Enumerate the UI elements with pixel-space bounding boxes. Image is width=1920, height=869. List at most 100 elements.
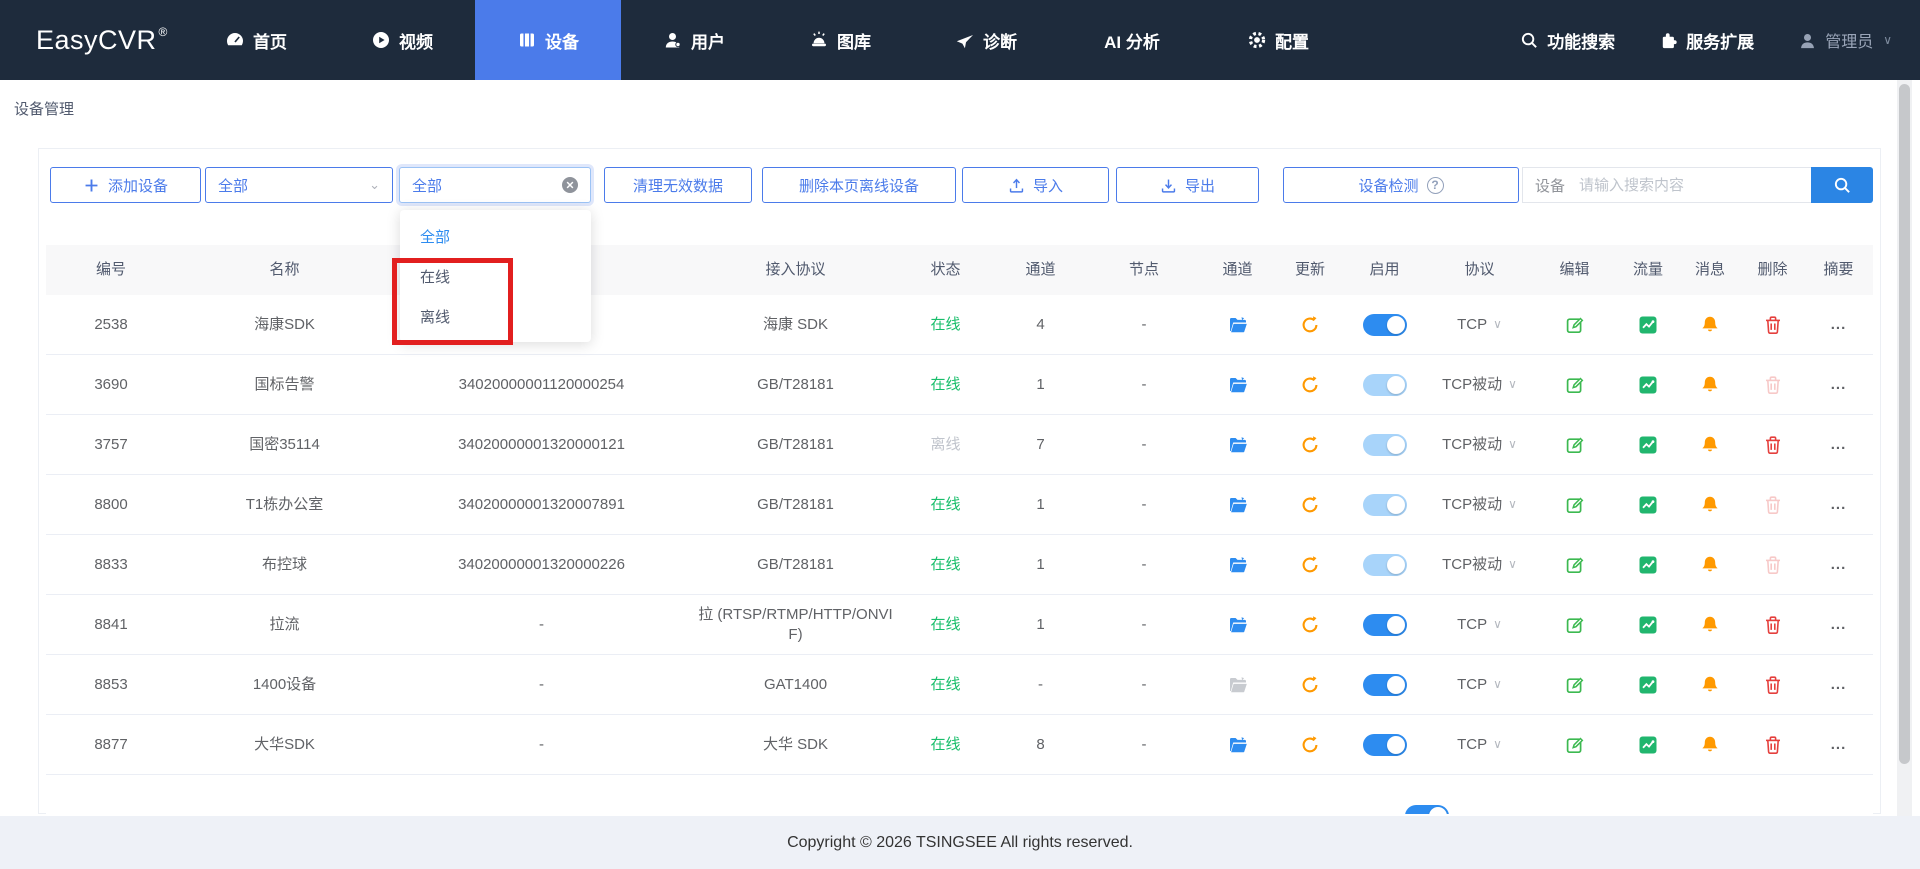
nav-item-图库[interactable]: 图库 [767, 0, 913, 80]
enable-toggle[interactable] [1362, 313, 1407, 336]
nav-admin-menu[interactable]: 管理员 ∨ [1798, 28, 1892, 52]
enable-toggle[interactable] [1362, 613, 1407, 636]
trash-icon[interactable] [1763, 435, 1783, 455]
refresh-icon[interactable] [1300, 555, 1320, 575]
transport-select[interactable]: TCP被动 ∨ [1442, 495, 1517, 515]
folder-icon[interactable] [1228, 555, 1248, 575]
transport-select[interactable]: TCP被动 ∨ [1442, 435, 1517, 455]
refresh-icon[interactable] [1300, 495, 1320, 515]
nav-item-用户[interactable]: 用户 [621, 0, 767, 80]
edit-icon[interactable] [1565, 495, 1585, 515]
trash-icon[interactable] [1763, 315, 1783, 335]
folder-icon[interactable] [1228, 615, 1248, 635]
nav-item-诊断[interactable]: 诊断 [913, 0, 1059, 80]
trash-icon[interactable] [1763, 555, 1783, 575]
edit-icon[interactable] [1565, 675, 1585, 695]
delete-offline-button[interactable]: 删除本页离线设备 [762, 167, 956, 203]
nav-item-功能搜索[interactable]: 功能搜索 [1520, 28, 1615, 53]
import-button[interactable]: 导入 [962, 167, 1109, 203]
refresh-icon[interactable] [1300, 735, 1320, 755]
dropdown-option-离线[interactable]: 离线 [400, 296, 591, 336]
summary-more[interactable]: ... [1831, 615, 1847, 635]
trash-icon[interactable] [1763, 375, 1783, 395]
transport-select[interactable]: TCP ∨ [1457, 735, 1502, 755]
folder-icon[interactable] [1228, 495, 1248, 515]
trash-icon[interactable] [1763, 495, 1783, 515]
traffic-icon[interactable] [1638, 735, 1658, 755]
traffic-icon[interactable] [1638, 315, 1658, 335]
clean-invalid-button[interactable]: 清理无效数据 [604, 167, 752, 203]
enable-toggle[interactable] [1362, 493, 1407, 516]
help-icon[interactable]: ? [1426, 176, 1444, 194]
device-detect-button[interactable]: 设备检测 ? [1283, 167, 1519, 203]
nav-item-视频[interactable]: 视频 [329, 0, 475, 80]
traffic-icon[interactable] [1638, 375, 1658, 395]
export-button[interactable]: 导出 [1116, 167, 1259, 203]
bell-icon[interactable] [1700, 675, 1720, 695]
enable-toggle[interactable] [1362, 373, 1407, 396]
search-button[interactable] [1811, 167, 1873, 203]
edit-icon[interactable] [1565, 615, 1585, 635]
enable-toggle[interactable] [1362, 673, 1407, 696]
refresh-icon[interactable] [1300, 435, 1320, 455]
transport-select[interactable]: TCP被动 ∨ [1442, 555, 1517, 575]
nav-item-AI分析[interactable]: AI 分析 [1059, 0, 1205, 80]
bell-icon[interactable] [1700, 375, 1720, 395]
folder-icon[interactable] [1228, 675, 1248, 695]
add-device-button[interactable]: 添加设备 [50, 167, 201, 203]
dropdown-option-在线[interactable]: 在线 [400, 256, 591, 296]
bell-icon[interactable] [1700, 735, 1720, 755]
summary-more[interactable]: ... [1831, 435, 1847, 455]
search-input[interactable] [1579, 176, 1811, 194]
protocol-filter-select[interactable]: 全部 ⌄ [205, 167, 393, 203]
transport-select[interactable]: TCP ∨ [1457, 615, 1502, 635]
trash-icon[interactable] [1763, 675, 1783, 695]
nav-item-首页[interactable]: 首页 [183, 0, 329, 80]
enable-toggle[interactable] [1362, 553, 1407, 576]
edit-icon[interactable] [1565, 435, 1585, 455]
traffic-icon[interactable] [1638, 675, 1658, 695]
enable-toggle[interactable] [1405, 805, 1449, 814]
status-filter-select[interactable]: 全部 [399, 167, 591, 203]
bell-icon[interactable] [1700, 315, 1720, 335]
transport-select[interactable]: TCP被动 ∨ [1442, 375, 1517, 395]
trash-icon[interactable] [1763, 735, 1783, 755]
folder-icon[interactable] [1228, 375, 1248, 395]
trash-icon[interactable] [1763, 615, 1783, 635]
bell-icon[interactable] [1700, 495, 1720, 515]
folder-icon[interactable] [1228, 435, 1248, 455]
summary-more[interactable]: ... [1831, 495, 1847, 515]
bell-icon[interactable] [1700, 615, 1720, 635]
enable-toggle[interactable] [1362, 433, 1407, 456]
nav-item-配置[interactable]: 配置 [1205, 0, 1351, 80]
refresh-icon[interactable] [1300, 375, 1320, 395]
edit-icon[interactable] [1565, 555, 1585, 575]
edit-icon[interactable] [1565, 315, 1585, 335]
vertical-scrollbar[interactable] [1897, 80, 1912, 869]
bell-icon[interactable] [1700, 555, 1720, 575]
clear-icon[interactable] [562, 177, 578, 193]
summary-more[interactable]: ... [1831, 375, 1847, 395]
refresh-icon[interactable] [1300, 315, 1320, 335]
folder-icon[interactable] [1228, 315, 1248, 335]
nav-item-服务扩展[interactable]: 服务扩展 [1659, 28, 1754, 53]
transport-select[interactable]: TCP ∨ [1457, 675, 1502, 695]
app-logo[interactable]: EasyCVR ® [36, 0, 168, 80]
traffic-icon[interactable] [1638, 495, 1658, 515]
traffic-icon[interactable] [1638, 435, 1658, 455]
edit-icon[interactable] [1565, 735, 1585, 755]
summary-more[interactable]: ... [1831, 315, 1847, 335]
edit-icon[interactable] [1565, 375, 1585, 395]
bell-icon[interactable] [1700, 435, 1720, 455]
summary-more[interactable]: ... [1831, 555, 1847, 575]
folder-icon[interactable] [1228, 735, 1248, 755]
dropdown-option-全部[interactable]: 全部 [400, 216, 591, 256]
traffic-icon[interactable] [1638, 555, 1658, 575]
summary-more[interactable]: ... [1831, 735, 1847, 755]
traffic-icon[interactable] [1638, 615, 1658, 635]
transport-select[interactable]: TCP ∨ [1457, 315, 1502, 335]
nav-item-设备[interactable]: 设备 [475, 0, 621, 80]
summary-more[interactable]: ... [1831, 675, 1847, 695]
scrollbar-thumb[interactable] [1899, 84, 1910, 764]
enable-toggle[interactable] [1362, 733, 1407, 756]
